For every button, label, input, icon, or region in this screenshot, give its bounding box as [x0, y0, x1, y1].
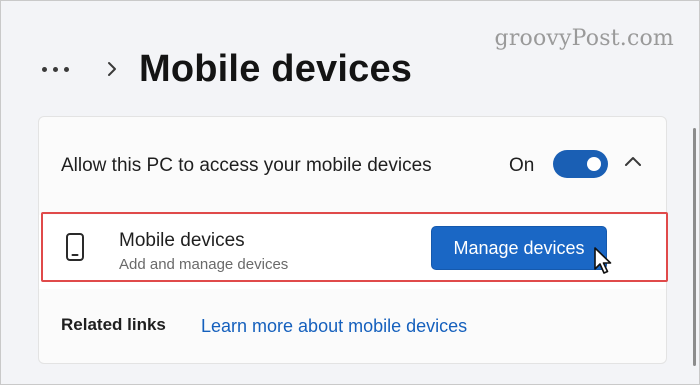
chevron-right-icon [107, 61, 117, 77]
more-horizontal-icon[interactable] [40, 63, 71, 76]
watermark: groovyPost.com [494, 26, 674, 51]
device-row-title: Mobile devices [119, 230, 245, 251]
mouse-cursor-icon [593, 247, 613, 280]
mobile-devices-card: Allow this PC to access your mobile devi… [38, 116, 668, 364]
related-links-label: Related links [61, 315, 166, 334]
device-row-subtitle: Add and manage devices [119, 256, 289, 273]
access-setting-label: Allow this PC to access your mobile devi… [61, 155, 432, 176]
chevron-up-icon[interactable] [624, 154, 642, 172]
page-title: Mobile devices [139, 47, 413, 90]
breadcrumb: Mobile devices [40, 44, 412, 94]
phone-icon [65, 232, 85, 267]
access-toggle[interactable] [553, 150, 608, 178]
toggle-knob [587, 157, 601, 171]
manage-devices-button[interactable]: Manage devices [431, 226, 607, 270]
toggle-state-text: On [509, 155, 535, 176]
learn-more-link[interactable]: Learn more about mobile devices [201, 316, 467, 337]
scrollbar[interactable] [693, 128, 696, 366]
